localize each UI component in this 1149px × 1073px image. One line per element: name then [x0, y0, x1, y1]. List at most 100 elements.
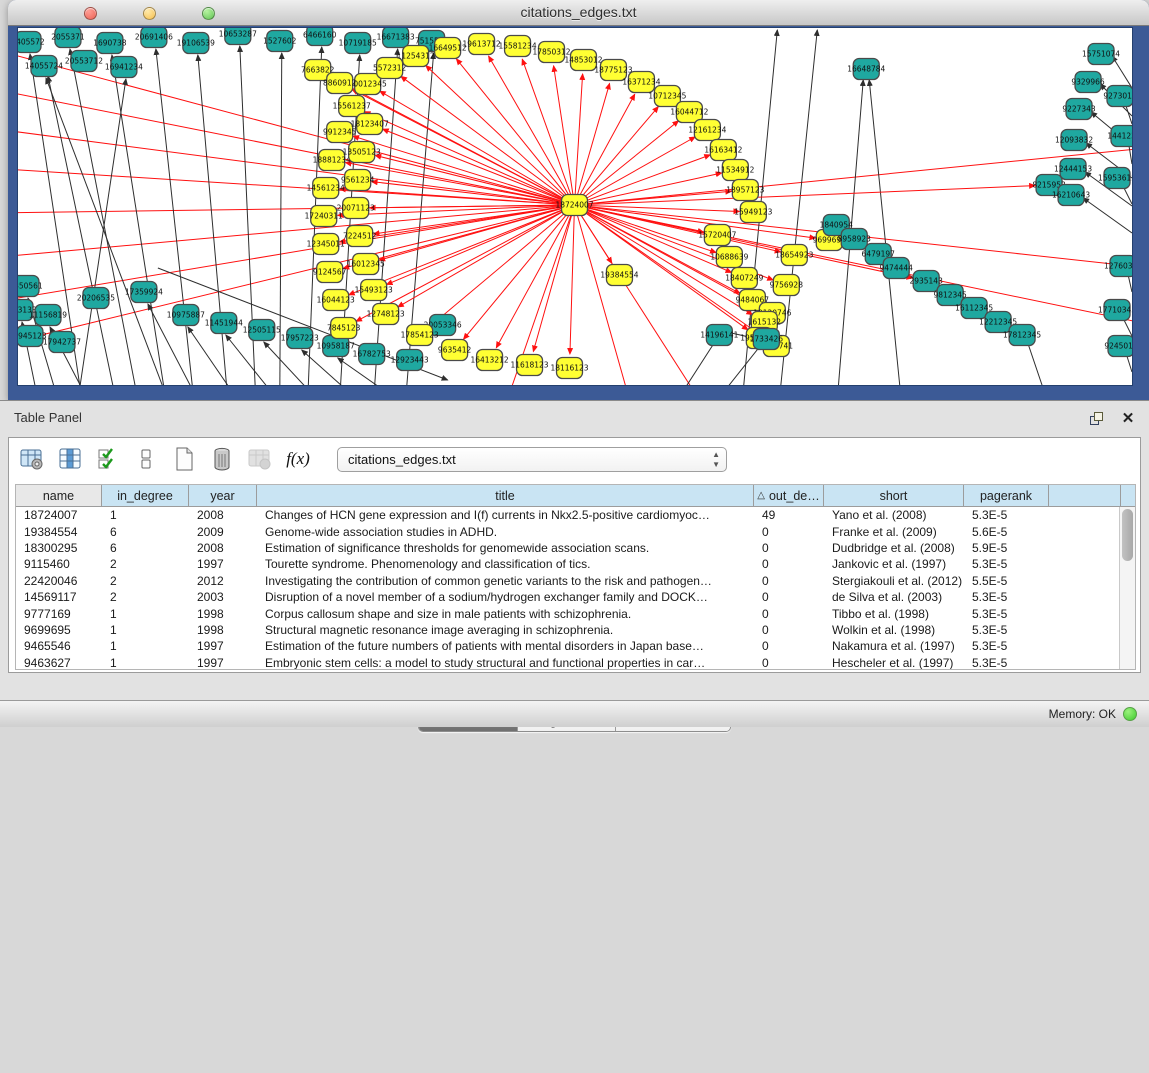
graph-node[interactable]: 12923443 — [391, 350, 429, 371]
graph-edge[interactable] — [18, 205, 575, 348]
graph-node[interactable]: 6466160 — [303, 28, 337, 46]
delete-table-icon[interactable] — [247, 446, 273, 472]
graph-node[interactable]: 12505115 — [243, 320, 281, 341]
graph-node[interactable]: 17942737 — [43, 332, 81, 353]
column-header-title[interactable]: title — [257, 485, 754, 506]
graph-edge[interactable] — [575, 205, 717, 253]
graph-node[interactable]: 18116123 — [550, 358, 588, 379]
graph-node[interactable]: 1690738 — [93, 33, 127, 54]
column-header-year[interactable]: year — [189, 485, 257, 506]
graph-node[interactable]: 10653287 — [219, 28, 257, 45]
graph-edge[interactable] — [112, 55, 166, 385]
graph-edge[interactable] — [156, 49, 194, 385]
graph-edge[interactable] — [375, 155, 574, 205]
graph-node[interactable]: 11534912 — [716, 160, 754, 181]
table-row[interactable]: 946362711997Embryonic stem cells: a mode… — [16, 655, 1119, 670]
graph-node[interactable]: 17359924 — [125, 282, 163, 303]
table-mode-icon[interactable] — [19, 446, 45, 472]
graph-edge[interactable] — [456, 59, 574, 205]
graph-node[interactable]: 12760345 — [1104, 256, 1132, 277]
row-height-icon[interactable] — [133, 446, 159, 472]
table-row[interactable]: 1938455462009Genome-wide association stu… — [16, 523, 1119, 539]
graph-edge[interactable] — [1112, 56, 1132, 88]
graph-node[interactable]: 19106539 — [177, 33, 215, 54]
graph-node[interactable]: 18407249 — [725, 268, 763, 289]
scrollbar-thumb[interactable] — [1122, 509, 1133, 561]
graph-node[interactable]: 16413212 — [471, 350, 509, 371]
graph-node[interactable]: 15751074 — [1082, 44, 1120, 65]
graph-node[interactable]: 15581234 — [499, 36, 537, 57]
graph-node[interactable]: 15720407 — [698, 225, 736, 246]
graph-node[interactable]: 20206535 — [77, 288, 115, 309]
function-builder-icon[interactable]: f(x) — [285, 446, 311, 472]
graph-edge[interactable] — [575, 83, 610, 205]
graph-node[interactable]: 11451944 — [205, 313, 243, 334]
column-header-short[interactable]: short — [824, 485, 964, 506]
graph-node[interactable]: 1527602 — [263, 31, 297, 52]
graph-node[interactable]: 10688639 — [710, 247, 748, 268]
graph-node[interactable]: 9124567 — [313, 262, 347, 283]
graph-edge[interactable] — [426, 66, 575, 205]
graph-node[interactable]: 19384554 — [600, 265, 638, 286]
graph-node[interactable]: 15493123 — [355, 280, 393, 301]
graph-node[interactable]: 12345011 — [307, 234, 345, 255]
graph-edge[interactable] — [496, 205, 574, 348]
graph-node[interactable]: 10719185 — [339, 33, 377, 54]
graph-edge[interactable] — [380, 91, 575, 205]
graph-edge[interactable] — [575, 186, 1036, 205]
graph-node[interactable]: 14561234 — [307, 178, 345, 199]
graph-edge[interactable] — [398, 205, 575, 307]
graph-node[interactable]: 9474444 — [880, 258, 914, 279]
table-select-dropdown[interactable]: citations_edges.txt ▲▼ — [337, 447, 727, 472]
graph-node[interactable]: 16941234 — [105, 57, 143, 78]
graph-node[interactable]: 7845123 — [327, 318, 361, 339]
graph-node[interactable]: 20691406 — [135, 28, 173, 48]
graph-node[interactable]: 9273012 — [1103, 86, 1132, 107]
table-row[interactable]: 2242004622012Investigating the contribut… — [16, 573, 1119, 589]
graph-edge[interactable] — [869, 80, 901, 385]
select-columns-icon[interactable] — [95, 446, 121, 472]
graph-node[interactable]: 8860912 — [323, 73, 357, 94]
graph-edge[interactable] — [575, 74, 583, 205]
graph-edge[interactable] — [1083, 198, 1132, 233]
column-header-filler[interactable] — [1049, 485, 1121, 506]
graph-node[interactable]: 19613712 — [463, 34, 501, 55]
show-column-icon[interactable] — [57, 446, 83, 472]
graph-edge[interactable] — [522, 59, 574, 205]
column-header-in_degree[interactable]: in_degree — [102, 485, 189, 506]
graph-edge[interactable] — [533, 205, 574, 352]
graph-node[interactable]: 16648784 — [847, 59, 885, 80]
graph-edge[interactable] — [575, 121, 679, 205]
graph-node[interactable]: 9227343 — [1062, 99, 1096, 120]
graph-node[interactable]: 16671383 — [377, 28, 415, 48]
graph-node[interactable]: 12093832 — [1055, 130, 1093, 151]
graph-node[interactable]: 9561234 — [341, 170, 375, 191]
graph-node[interactable]: 9756928 — [770, 275, 804, 296]
graph-node[interactable]: 9635412 — [438, 340, 472, 361]
network-canvas[interactable]: 1405572205537116907382069140619106539106… — [18, 28, 1132, 385]
graph-edge[interactable] — [779, 30, 817, 385]
graph-node[interactable]: 16782753 — [353, 344, 391, 365]
graph-node[interactable]: 1441234 — [1107, 126, 1132, 147]
graph-edge[interactable] — [570, 205, 575, 354]
window-titlebar[interactable]: citations_edges.txt — [8, 0, 1149, 26]
graph-node[interactable]: 5572312 — [373, 58, 407, 79]
graph-node[interactable]: 9245012 — [1104, 336, 1132, 357]
graph-node[interactable]: 9329966 — [1071, 72, 1105, 93]
column-header-out_de…[interactable]: △out_de… — [754, 485, 824, 506]
table-row[interactable]: 946554611997Estimation of the future num… — [16, 638, 1119, 654]
graph-edge[interactable] — [575, 107, 659, 205]
graph-node[interactable]: 1733426 — [750, 329, 784, 350]
close-panel-icon[interactable]: ✕ — [1119, 409, 1137, 427]
graph-node[interactable]: 17710345 — [1098, 300, 1132, 321]
new-column-icon[interactable] — [171, 446, 197, 472]
graph-node[interactable]: 10975887 — [167, 305, 205, 326]
table-row[interactable]: 1456911722003Disruption of a novel membe… — [16, 589, 1119, 605]
graph-node[interactable]: 17957223 — [281, 328, 319, 349]
graph-node[interactable]: 14196141 — [700, 325, 738, 346]
graph-node[interactable]: 7224512 — [343, 226, 377, 247]
graph-edge[interactable] — [18, 128, 575, 205]
graph-node[interactable]: 16012345 — [347, 254, 385, 275]
graph-edge[interactable] — [575, 191, 732, 205]
graph-edge[interactable] — [464, 205, 575, 339]
